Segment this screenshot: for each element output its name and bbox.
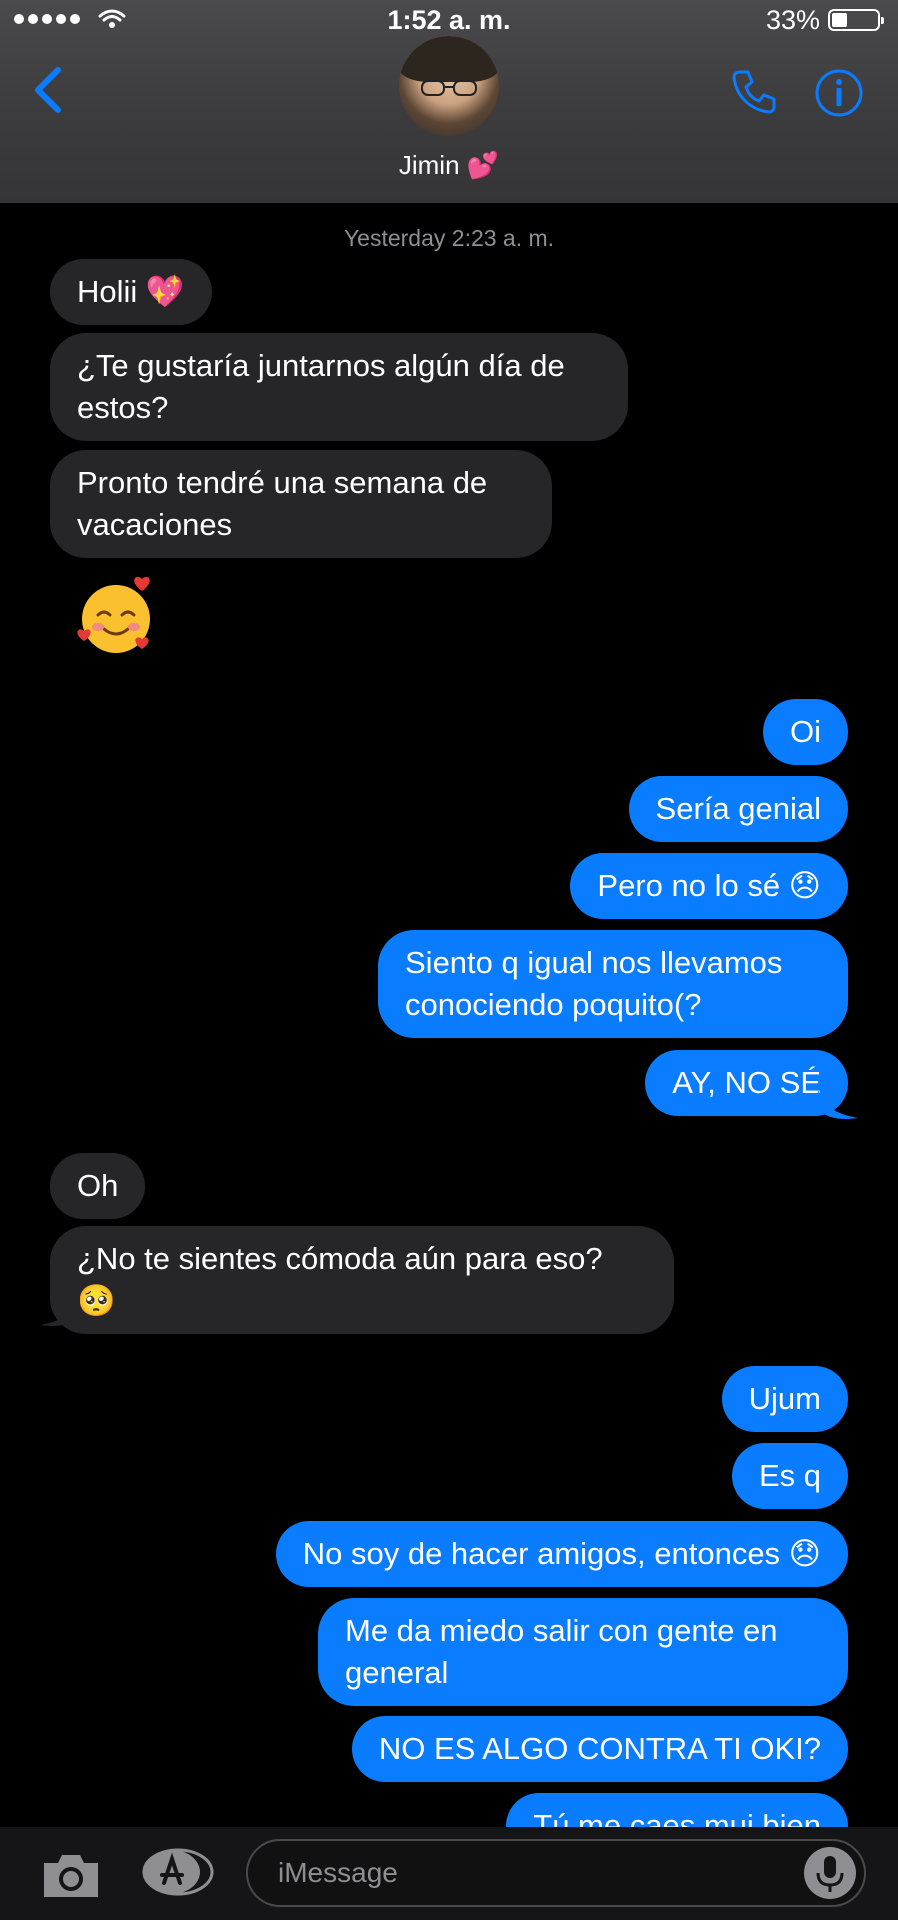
contact-name[interactable]: Jimin 💕	[0, 150, 898, 181]
message-bubble-incoming[interactable]: Pronto tendré una semana de vacaciones	[50, 450, 552, 558]
message-bubble-incoming[interactable]: ¿No te sientes cómoda aún para eso? 🥺	[50, 1226, 674, 1334]
status-bar: 1:52 a. m. 33%	[0, 0, 898, 40]
contact-avatar[interactable]	[399, 36, 499, 136]
message-bubble-outgoing[interactable]: Es q	[731, 1443, 848, 1509]
status-time: 1:52 a. m.	[387, 5, 511, 35]
info-icon	[815, 69, 863, 117]
message-bubble-outgoing[interactable]: NO ES ALGO CONTRA TI OKI?	[351, 1716, 848, 1782]
message-timestamp: Yesterday 2:23 a. m.	[343, 225, 555, 251]
message-input-field[interactable]: iMessage	[246, 1839, 866, 1907]
message-bubble-incoming[interactable]: Oh	[50, 1153, 146, 1219]
message-bubble-incoming[interactable]: ¿Te gustaría juntarnos algún día de esto…	[50, 333, 628, 441]
back-chevron-icon	[35, 67, 61, 113]
message-bubble-outgoing[interactable]: Pero no lo sé 😞	[570, 853, 848, 919]
info-button[interactable]	[814, 68, 864, 118]
message-bubble-outgoing[interactable]: Me da miedo salir con gente en general	[318, 1598, 848, 1706]
message-bubble-outgoing[interactable]: Ujum	[721, 1366, 848, 1432]
back-button[interactable]	[28, 62, 68, 118]
message-input-placeholder: iMessage	[278, 1857, 398, 1888]
call-button[interactable]	[728, 66, 780, 118]
message-bubble-outgoing[interactable]: Tú me caes mui bien	[506, 1793, 848, 1827]
app-store-button[interactable]	[142, 1847, 214, 1897]
battery-icon	[828, 9, 884, 31]
app-store-icon	[142, 1848, 214, 1896]
message-bubble-outgoing[interactable]: Siento q igual nos llevamos conociendo p…	[378, 930, 848, 1038]
smiling-face-with-hearts-emoji[interactable]	[76, 575, 162, 661]
microphone-icon	[816, 1856, 844, 1892]
phone-icon	[732, 70, 776, 114]
camera-icon	[44, 1855, 98, 1897]
battery-percentage: 33%	[765, 5, 820, 35]
camera-button[interactable]	[40, 1849, 102, 1901]
message-bubble-outgoing[interactable]: Sería genial	[628, 776, 848, 842]
message-bubble-outgoing[interactable]: Oi	[763, 699, 848, 765]
microphone-button[interactable]	[804, 1847, 856, 1899]
message-bubble-incoming[interactable]: Holii 💖	[50, 259, 212, 325]
bubble-tail	[818, 1088, 858, 1119]
bubble-tail	[40, 1295, 80, 1326]
message-input-bar: iMessage	[0, 1827, 898, 1920]
message-bubble-outgoing[interactable]: No soy de hacer amigos, entonces 😞	[275, 1521, 848, 1587]
message-thread[interactable]: Yesterday 2:23 a. m. Holii 💖 ¿Te gustarí…	[0, 203, 898, 1827]
